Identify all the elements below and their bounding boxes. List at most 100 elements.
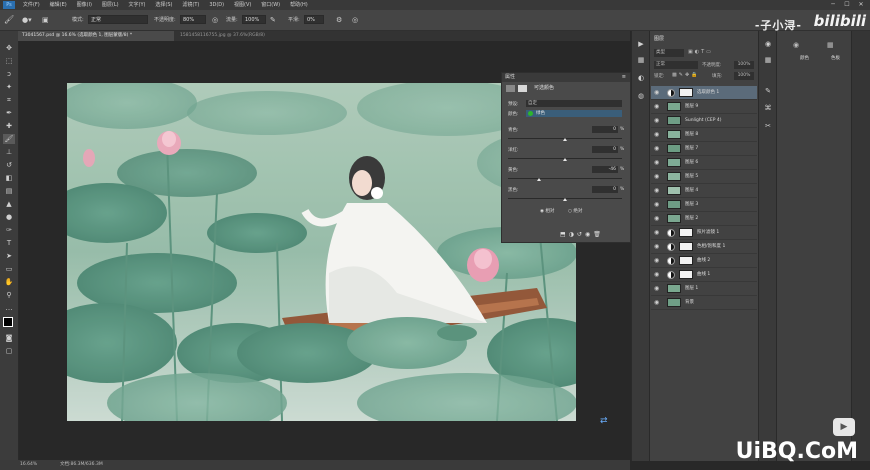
maximize-icon[interactable]: ☐	[840, 0, 854, 10]
play-video-icon[interactable]: ▶	[833, 418, 855, 436]
libraries-panel-icon[interactable]: ◍	[635, 91, 647, 101]
menu-type[interactable]: 文字(Y)	[125, 0, 150, 10]
color-panel-label[interactable]: 颜色	[800, 55, 809, 61]
panel-menu-icon[interactable]: ≡	[622, 73, 626, 82]
shape-tool-icon[interactable]: ▭	[3, 264, 15, 274]
blur-tool-icon[interactable]: ▲	[3, 199, 15, 209]
screen-mode-icon[interactable]: ▢	[3, 346, 15, 356]
layer-row[interactable]: ◉ 图层 4	[651, 184, 757, 198]
opacity-field[interactable]: 80%	[180, 15, 206, 24]
pressure-opacity-icon[interactable]: ◎	[212, 15, 218, 25]
quick-mask-icon[interactable]: ◙	[3, 333, 15, 343]
yellow-value[interactable]: -46	[592, 166, 618, 173]
eraser-tool-icon[interactable]: ◧	[3, 173, 15, 183]
magenta-value[interactable]: 0	[592, 146, 618, 153]
layer-visibility-icon[interactable]: ◉	[654, 187, 661, 195]
layer-row[interactable]: ◉ 图层 6	[651, 156, 757, 170]
blend-mode-select[interactable]: 正常	[654, 61, 698, 69]
delete-icon[interactable]: 🗑	[593, 231, 604, 238]
menu-edit[interactable]: 编辑(E)	[46, 0, 71, 10]
type-tool-icon[interactable]: T	[3, 238, 15, 248]
layer-mask-thumbnail[interactable]	[679, 88, 693, 97]
menu-view[interactable]: 视图(V)	[230, 0, 255, 10]
eyedropper-tool-icon[interactable]: ✒	[3, 108, 15, 118]
menu-image[interactable]: 图像(I)	[73, 0, 96, 10]
pressure-size-icon[interactable]: ◎	[352, 15, 358, 25]
layer-thumbnail[interactable]	[667, 144, 681, 153]
mode-select[interactable]: 正常	[88, 15, 148, 24]
layer-thumbnail[interactable]	[667, 158, 681, 167]
layer-thumbnail[interactable]	[667, 186, 681, 195]
layers-tab[interactable]: 图层	[654, 35, 664, 42]
filter-pixel-icon[interactable]: ▣	[688, 49, 695, 55]
yellow-slider[interactable]	[508, 178, 622, 179]
filter-shape-icon[interactable]: ▭	[706, 49, 713, 55]
menu-select[interactable]: 选择(S)	[151, 0, 176, 10]
layer-row[interactable]: ◉ 图层 5	[651, 170, 757, 184]
kind-filter[interactable]: 类型	[654, 49, 684, 57]
layer-thumbnail[interactable]	[667, 284, 681, 293]
lock-all-icon[interactable]: 🔒	[691, 72, 699, 78]
cyan-slider-knob[interactable]	[563, 138, 567, 141]
magenta-slider-knob[interactable]	[563, 158, 567, 161]
layer-visibility-icon[interactable]: ◉	[654, 257, 661, 265]
relative-radio[interactable]: ◉ 相对	[540, 208, 554, 214]
visibility-icon[interactable]: ◉	[585, 231, 593, 238]
tab-second-document[interactable]: 1581458116755.jpg @ 37.6%(RGB/8)	[176, 31, 306, 41]
color-panel-icon[interactable]: ◉	[762, 39, 774, 49]
layer-mask-thumbnail[interactable]	[679, 242, 693, 251]
hand-tool-icon[interactable]: ✋	[3, 277, 15, 287]
layer-thumbnail[interactable]	[667, 298, 681, 307]
layer-visibility-icon[interactable]: ◉	[654, 131, 661, 139]
stamp-tool-icon[interactable]: ⊥	[3, 147, 15, 157]
color-icon[interactable]: ◉	[793, 41, 799, 49]
menu-window[interactable]: 窗口(W)	[257, 0, 284, 10]
properties-panel-icon[interactable]: ▦	[635, 55, 647, 65]
swatches-icon[interactable]: ▦	[827, 41, 834, 49]
view-previous-icon[interactable]: ◑	[569, 231, 577, 238]
swatches-panel-label[interactable]: 色板	[831, 55, 840, 61]
close-icon[interactable]: ✕	[854, 0, 868, 10]
layer-row[interactable]: ◉ 图层 3	[651, 198, 757, 212]
layer-visibility-icon[interactable]: ◉	[654, 103, 661, 111]
layer-row[interactable]: ◉ 背景	[651, 296, 757, 310]
marquee-tool-icon[interactable]: ⬚	[3, 56, 15, 66]
layer-row[interactable]: ◉ 图层 7	[651, 142, 757, 156]
airbrush-icon[interactable]: ✎	[270, 15, 276, 25]
layer-visibility-icon[interactable]: ◉	[654, 299, 661, 307]
menu-filter[interactable]: 滤镜(T)	[178, 0, 203, 10]
layer-visibility-icon[interactable]: ◉	[654, 271, 661, 279]
layer-mask-thumbnail[interactable]	[679, 228, 693, 237]
layer-visibility-icon[interactable]: ◉	[654, 89, 661, 97]
document-canvas[interactable]	[67, 83, 576, 421]
gear-icon[interactable]: ⚙	[336, 15, 342, 25]
layer-thumbnail[interactable]	[667, 116, 681, 125]
black-value[interactable]: 0	[592, 186, 618, 193]
path-select-tool-icon[interactable]: ➤	[3, 251, 15, 261]
black-slider-knob[interactable]	[563, 198, 567, 201]
history-brush-icon[interactable]: ↺	[3, 160, 15, 170]
lock-pixels-icon[interactable]: ▩	[672, 72, 679, 78]
layer-visibility-icon[interactable]: ◉	[654, 243, 661, 251]
layer-row[interactable]: ◉ 图层 2	[651, 212, 757, 226]
quick-select-tool-icon[interactable]: ✦	[3, 82, 15, 92]
layer-thumbnail[interactable]	[667, 214, 681, 223]
layer-row[interactable]: ◉ 图层 9	[651, 100, 757, 114]
swatches-panel-icon[interactable]: ▦	[762, 55, 774, 65]
cyan-value[interactable]: 0	[592, 126, 618, 133]
preset-select[interactable]: 自定	[526, 100, 622, 107]
layer-mask-thumbnail[interactable]	[679, 270, 693, 279]
brush-settings-icon[interactable]: ▣	[42, 15, 49, 25]
move-tool-icon[interactable]: ✥	[3, 43, 15, 53]
reset-icon[interactable]: ↺	[577, 231, 585, 238]
zoom-tool-icon[interactable]: ⚲	[3, 290, 15, 300]
layer-visibility-icon[interactable]: ◉	[654, 173, 661, 181]
brush-preset-icon[interactable]: ●▾	[22, 15, 32, 25]
layer-visibility-icon[interactable]: ◉	[654, 145, 661, 153]
history-panel-icon[interactable]: ▶	[635, 39, 647, 49]
menu-help[interactable]: 帮助(H)	[286, 0, 312, 10]
menu-layer[interactable]: 图层(L)	[98, 0, 123, 10]
paths-panel-icon[interactable]: ⌘	[762, 103, 774, 113]
fill-field[interactable]: 100%	[734, 72, 754, 80]
adjustments-panel-icon[interactable]: ◐	[635, 73, 647, 83]
